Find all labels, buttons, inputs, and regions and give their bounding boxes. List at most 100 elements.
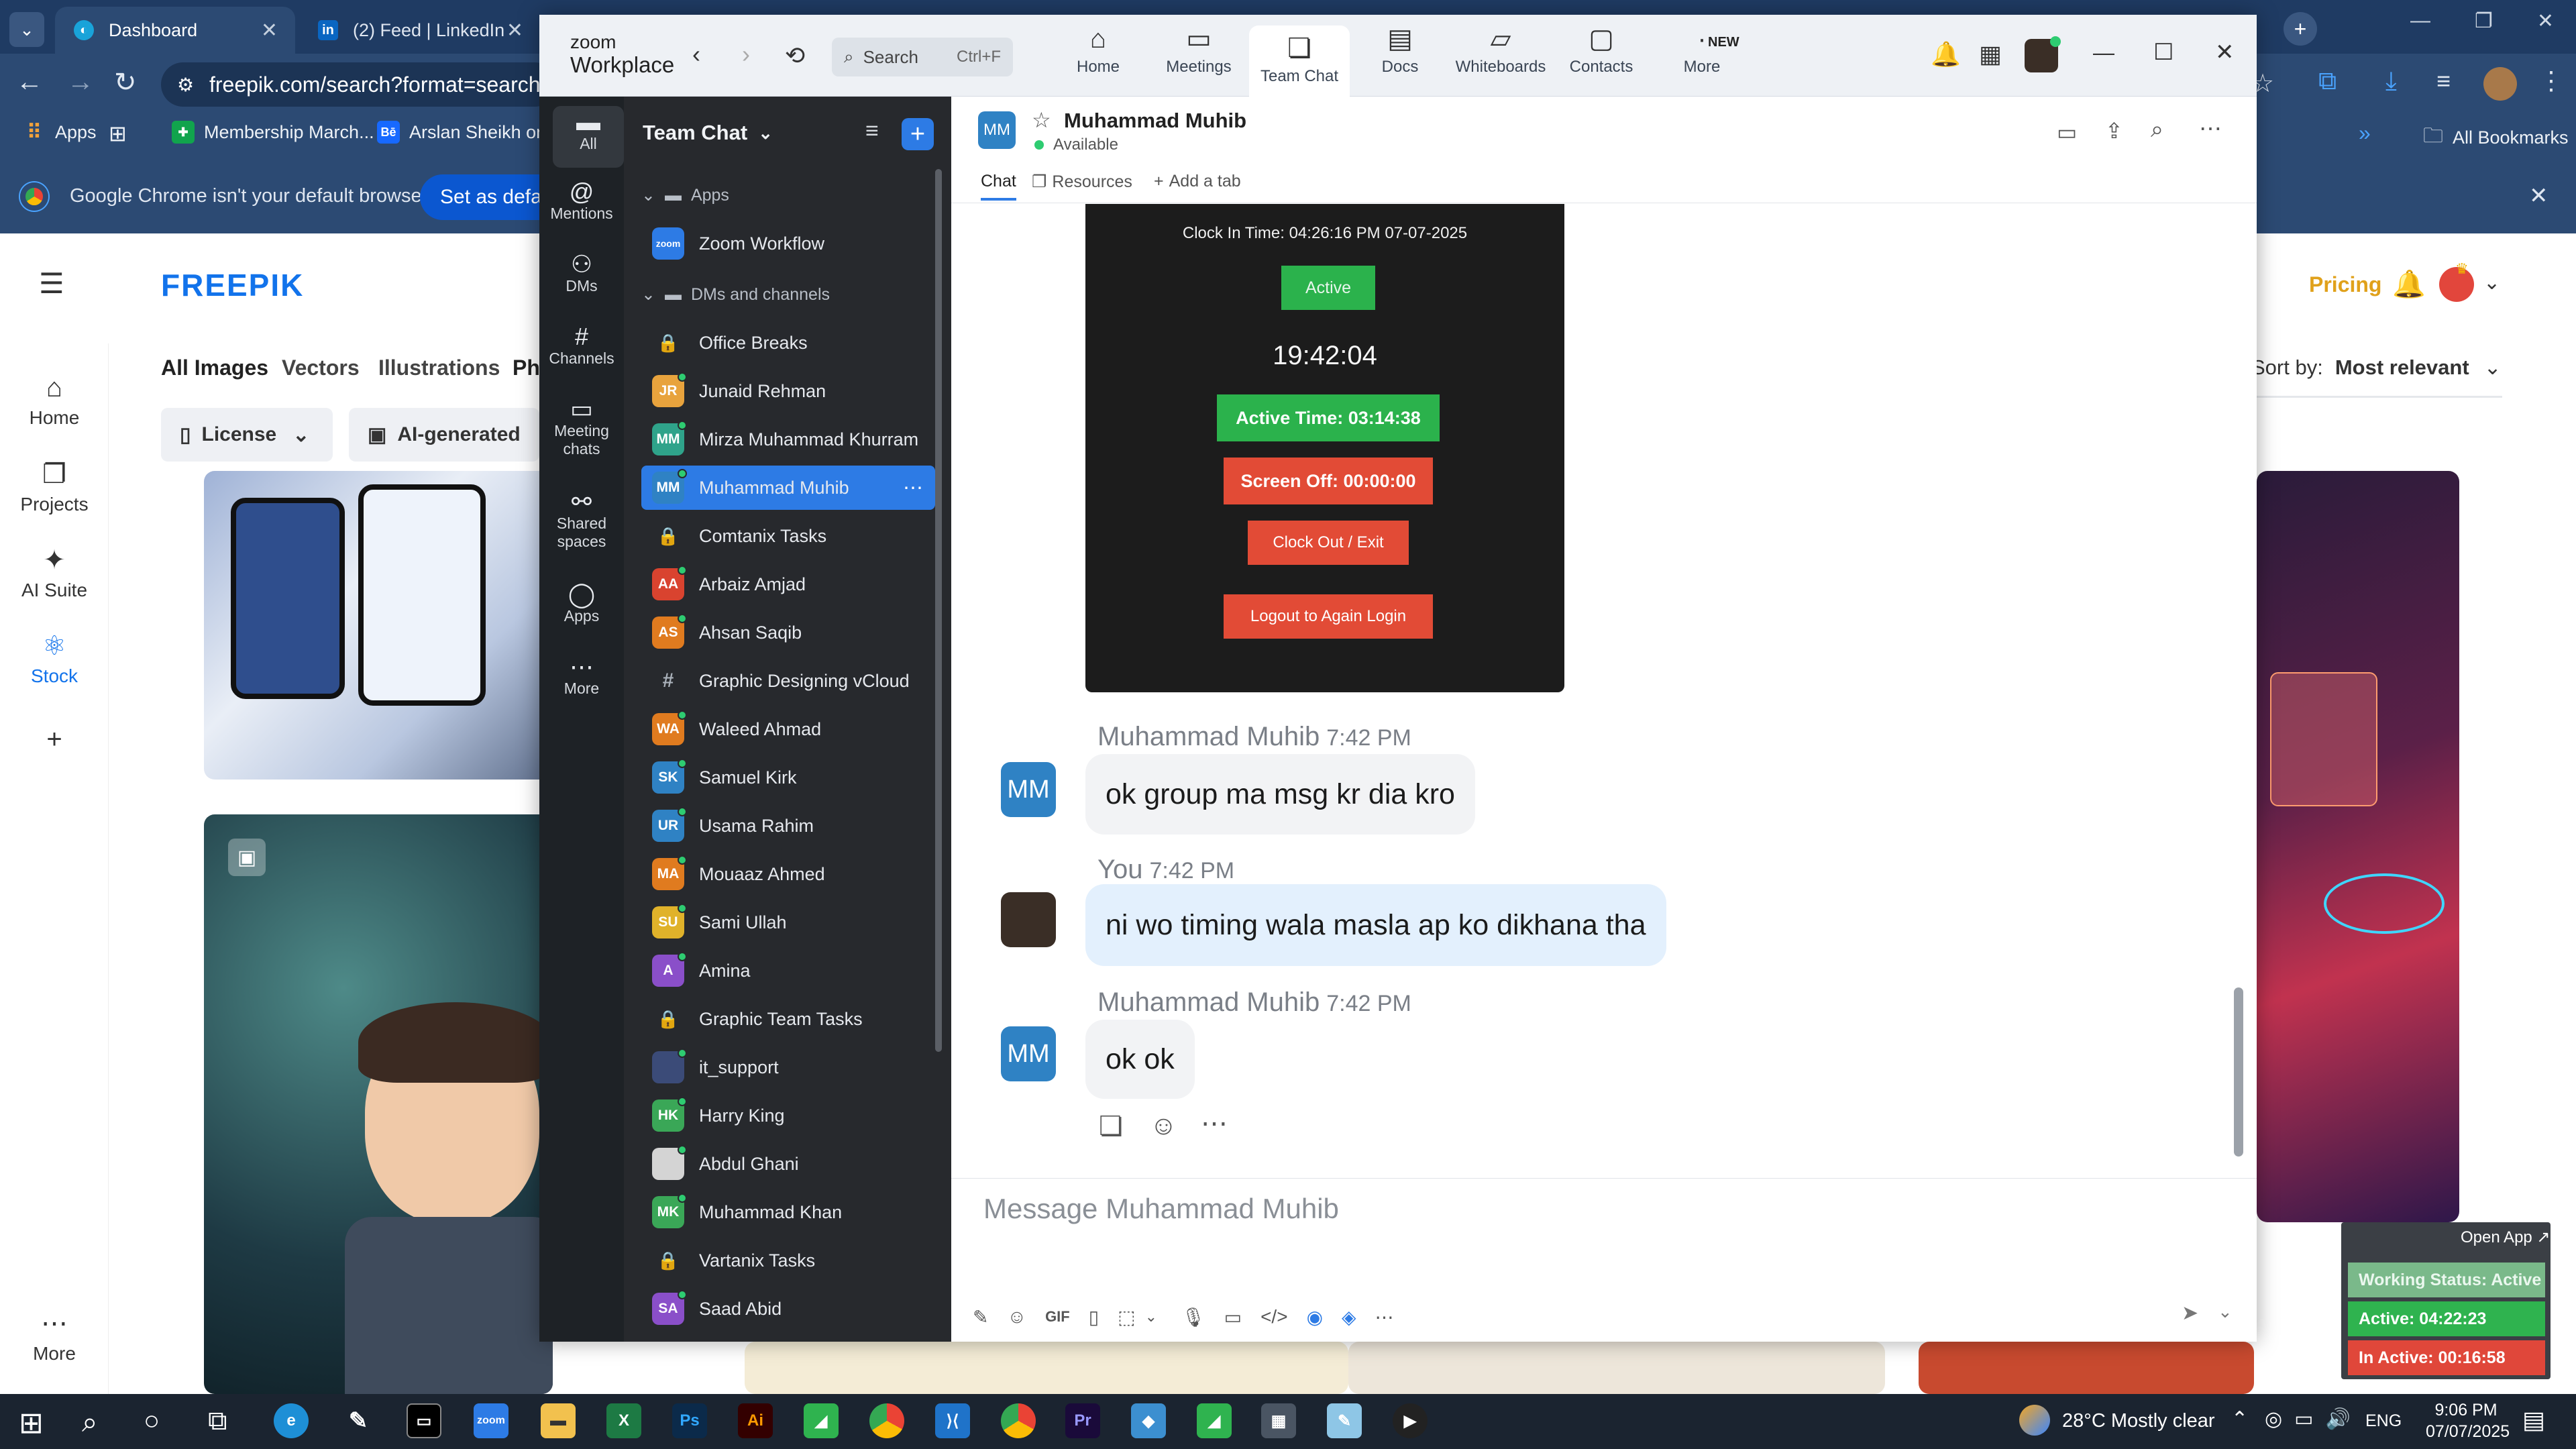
chat-tab-add[interactable]: + Add a tab	[1154, 172, 1241, 191]
restore-icon[interactable]: ❐	[2475, 9, 2493, 47]
stock-image-neon-device[interactable]	[2257, 471, 2459, 1222]
nav-home[interactable]: ⌂ Home	[0, 373, 109, 429]
message-more-icon[interactable]: ⋯	[1201, 1108, 1228, 1139]
share-screen-icon[interactable]: ⇪	[2105, 118, 2123, 144]
taskbar-clock[interactable]: 9:06 PM 07/07/2025	[2426, 1399, 2510, 1442]
shared-screenshot[interactable]: Clock In Time: 04:26:16 PM 07-07-2025 Ac…	[1085, 204, 1564, 692]
top-nav-home[interactable]: ⌂ Home	[1048, 25, 1148, 76]
pen-app-icon[interactable]: ✎	[341, 1403, 376, 1438]
new-chat-button[interactable]: +	[902, 118, 934, 150]
list-item[interactable]: AA Arbaiz Amjad	[641, 562, 935, 606]
profile-avatar[interactable]	[2483, 67, 2517, 101]
list-item[interactable]: MM Mirza Muhammad Khurram	[641, 417, 935, 462]
premiere-app-icon[interactable]: Pr	[1065, 1403, 1100, 1438]
media-player-app-icon[interactable]: ▶	[1393, 1403, 1428, 1438]
illustrator-app-icon[interactable]: Ai	[738, 1403, 773, 1438]
rail-shared-spaces[interactable]: ⚯ Shared spaces	[539, 490, 624, 551]
minimize-icon[interactable]: —	[2410, 9, 2430, 47]
notification-center-icon[interactable]: ▤	[2522, 1406, 2545, 1434]
zoom-minimize-icon[interactable]: —	[2093, 40, 2114, 65]
bookmark-arslan[interactable]: Bē Arslan Sheikh on B	[377, 121, 564, 144]
tray-icons[interactable]: ◎▭🔊	[2265, 1407, 2363, 1431]
language-indicator[interactable]: ENG	[2365, 1411, 2402, 1431]
my-message-avatar[interactable]	[1001, 892, 1056, 947]
vscode-app-icon[interactable]: ⟩⟨	[935, 1403, 970, 1438]
terminal-app-icon[interactable]: ▭	[407, 1403, 441, 1438]
weather-text[interactable]: 28°C Mostly clear	[2062, 1410, 2215, 1432]
list-item[interactable]: MM Muhammad Muhib ⋯	[641, 466, 935, 510]
gif-button[interactable]: GIF	[1045, 1308, 1070, 1326]
send-icon[interactable]: ➤	[2182, 1301, 2198, 1325]
extension-icon[interactable]: ⧉	[2318, 67, 2337, 96]
list-item[interactable]: # Graphic Designing vCloud	[641, 659, 935, 703]
list-item[interactable]: MK Muhammad Khan	[641, 1190, 935, 1234]
top-nav-docs[interactable]: ▤ Docs	[1350, 25, 1450, 76]
stock-image-phone-dashboard[interactable]	[204, 471, 553, 780]
category-all-images[interactable]: All Images	[161, 356, 268, 380]
zoom-app-icon[interactable]: zoom	[474, 1403, 508, 1438]
message-bubble[interactable]: ni wo timing wala masla ap ko dikhana th…	[1085, 884, 1666, 966]
pen-blue-app-icon[interactable]: ✎	[1327, 1403, 1362, 1438]
tab-groups-icon[interactable]: ⊞	[109, 121, 127, 146]
category-illustrations[interactable]: Illustrations	[378, 356, 500, 380]
composer-more-icon[interactable]: ⋯	[1375, 1306, 1394, 1328]
header-avatar[interactable]: MM	[978, 111, 1016, 149]
tray-chevron-icon[interactable]: ⌃	[2231, 1407, 2248, 1431]
all-bookmarks[interactable]: 🗀 All Bookmarks	[2423, 121, 2569, 155]
freepik-logo[interactable]: FREEPIK	[161, 267, 304, 303]
list-item[interactable]: zoom Zoom Workflow	[641, 221, 935, 266]
rail-mentions[interactable]: @ Mentions	[539, 180, 624, 223]
list-item[interactable]: AS Ahsan Saqib	[641, 610, 935, 655]
photoshop-app-icon[interactable]: Ps	[672, 1403, 707, 1438]
message-input[interactable]: Message Muhammad Muhib	[983, 1193, 2218, 1233]
weather-icon[interactable]	[2019, 1405, 2050, 1436]
category-photos[interactable]: Ph	[513, 356, 540, 380]
screenshot-icon[interactable]: ⬚	[1118, 1306, 1135, 1328]
filter-ai-generated[interactable]: ▣ AI-generated	[349, 408, 539, 462]
hamburger-icon[interactable]: ☰	[39, 267, 64, 300]
video-message-icon[interactable]: ▭	[1224, 1306, 1242, 1328]
green-app-2-icon[interactable]: ◢	[1197, 1403, 1232, 1438]
top-nav-whiteboards[interactable]: ▱ Whiteboards	[1450, 25, 1551, 76]
nav-add[interactable]: +	[0, 724, 109, 759]
message-bubble[interactable]: ok group ma msg kr dia kro	[1085, 754, 1475, 835]
list-item[interactable]: SK Samuel Kirk	[641, 755, 935, 800]
media-icon[interactable]: ≡	[2436, 67, 2451, 95]
list-item[interactable]: MA Mouaaz Ahmed	[641, 852, 935, 896]
chat-tab-chat[interactable]: Chat	[981, 172, 1016, 201]
top-nav-meetings[interactable]: ▭ Meetings	[1148, 25, 1249, 76]
rail-channels[interactable]: # Channels	[539, 325, 624, 368]
chrome-app-icon[interactable]	[869, 1403, 904, 1438]
pricing-link[interactable]: Pricing	[2309, 272, 2381, 297]
back-arrow-icon[interactable]: ‹	[692, 40, 700, 68]
group-dms-channels[interactable]: ⌄ ▬ DMs and channels	[641, 284, 830, 305]
file-explorer-icon[interactable]: ▬	[541, 1403, 576, 1438]
list-item[interactable]: 🔒 Graphic Team Tasks	[641, 997, 935, 1041]
notification-bell-icon[interactable]: 🔔	[1931, 40, 1961, 68]
taskbar-search-icon[interactable]: ⌕	[82, 1406, 98, 1439]
send-options-icon[interactable]: ⌄	[2218, 1301, 2233, 1322]
back-icon[interactable]: ←	[16, 67, 43, 97]
emoji-icon[interactable]: ☺	[1007, 1306, 1026, 1328]
list-item[interactable]: JR Junaid Rehman	[641, 369, 935, 413]
zoom-search-bar[interactable]: ⌕ Search Ctrl+F	[832, 38, 1013, 76]
green-app-icon[interactable]: ◢	[804, 1403, 839, 1438]
app-integration-icon[interactable]: ◉	[1307, 1306, 1323, 1328]
filter-license[interactable]: ▯ License ⌄	[161, 408, 333, 462]
new-tab-button[interactable]: +	[2284, 12, 2317, 46]
sender-avatar[interactable]: MM	[1001, 762, 1056, 817]
forward-arrow-icon[interactable]: ›	[742, 40, 750, 68]
list-item[interactable]: SA Saad Abid	[641, 1287, 935, 1331]
download-icon[interactable]: ⤓	[2385, 67, 2397, 96]
stock-image-cartoon-businessman[interactable]: ▣	[204, 814, 553, 1394]
rail-meeting-chats[interactable]: ▭ Meeting chats	[539, 397, 624, 458]
nav-stock[interactable]: ⚛ Stock	[0, 631, 109, 687]
nav-more[interactable]: ⋯ More	[0, 1308, 109, 1364]
stock-image-bottom-3[interactable]	[1919, 1342, 2254, 1394]
star-icon[interactable]: ☆	[1032, 107, 1051, 133]
filter-icon[interactable]: ≡	[865, 118, 879, 144]
chevron-down-icon[interactable]: ⌄	[2483, 271, 2500, 294]
close-tab-icon[interactable]: ✕	[506, 19, 523, 42]
bookmark-apps[interactable]: ⠿ Apps	[23, 121, 97, 144]
close-tab-icon[interactable]: ✕	[261, 19, 278, 42]
